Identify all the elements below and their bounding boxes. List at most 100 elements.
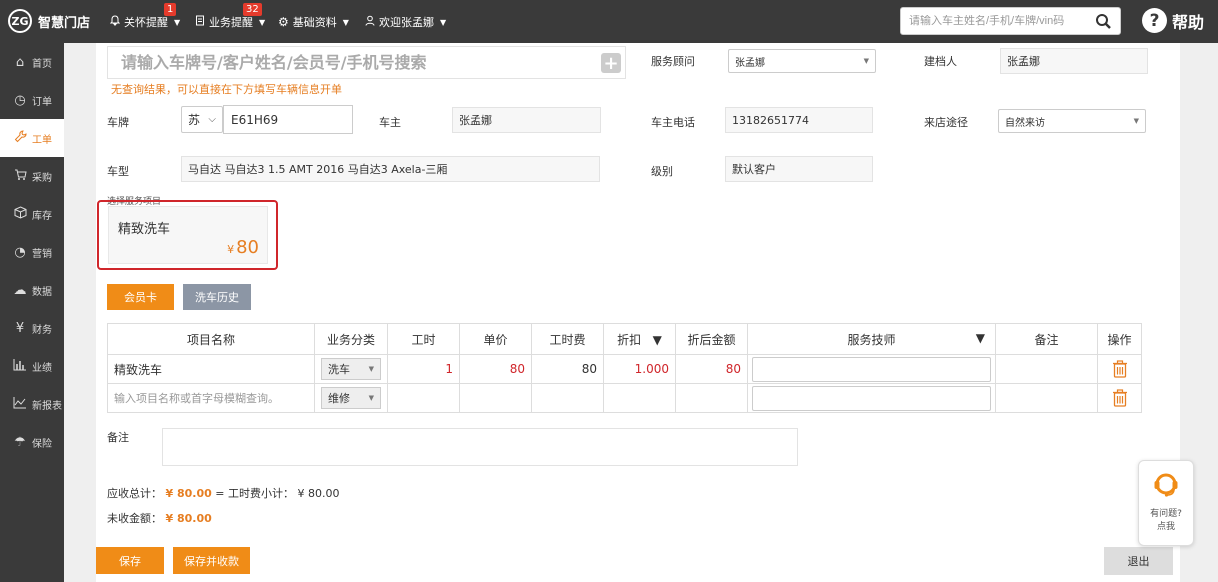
sidebar-item-label: 工单: [32, 134, 52, 146]
receivable-summary: 应收总计： ¥ 80.00 = 工时费小计： ¥ 80.00: [107, 485, 339, 501]
column-header-label: 服务技师: [847, 332, 896, 347]
sidebar-item-label: 首页: [32, 58, 52, 70]
column-header: 工时: [387, 323, 460, 355]
nav-business-label: 业务提醒: [209, 16, 253, 29]
sidebar-item-performance[interactable]: 业绩: [0, 347, 64, 385]
nav-care-reminder[interactable]: 关怀提醒 1 ▼: [109, 3, 181, 30]
sort-arrow-icon[interactable]: ▼: [653, 333, 662, 347]
exit-button[interactable]: 退出: [1104, 547, 1173, 575]
unit-price-cell[interactable]: 80: [459, 354, 532, 384]
plate-label: 车牌: [107, 116, 129, 129]
receivable-suffix: = 工时费小计： ¥ 80.00: [215, 487, 340, 500]
care-count-badge: 1: [164, 3, 177, 16]
sidebar-item-data[interactable]: ☁ 数据: [0, 271, 64, 309]
source-select[interactable]: 自然来访 ▼: [998, 109, 1146, 133]
floating-help-widget[interactable]: 有问题? 点我: [1138, 460, 1194, 546]
sidebar-item-marketing[interactable]: ◔ 营销: [0, 233, 64, 271]
column-header: 操作: [1097, 323, 1142, 355]
global-search-input[interactable]: [901, 15, 1089, 27]
box-icon: [12, 205, 28, 223]
hours-cell[interactable]: [387, 383, 460, 413]
item-name-cell[interactable]: 精致洗车: [107, 354, 315, 384]
plate-number-input[interactable]: E61H69: [223, 105, 353, 134]
cloud-icon: ☁: [13, 282, 27, 298]
sidebar-item-insurance[interactable]: ☂ 保险: [0, 423, 64, 461]
plus-icon[interactable]: +: [601, 53, 621, 74]
save-and-pay-button[interactable]: 保存并收款: [173, 547, 250, 574]
sidebar-item-workorder[interactable]: 工单: [0, 119, 64, 157]
trash-icon[interactable]: [1104, 389, 1135, 407]
wash-history-button[interactable]: 洗车历史: [183, 284, 251, 310]
caret-down-icon: ▼: [368, 365, 374, 373]
service-card-highlight[interactable]: 精致洗车 ¥80: [97, 200, 278, 270]
model-field[interactable]: 马自达 马自达3 1.5 AMT 2016 马自达3 Axela-三厢: [181, 156, 600, 182]
floating-help-text: 有问题? 点我: [1150, 508, 1182, 534]
hours-cell[interactable]: 1: [387, 354, 460, 384]
creator-label: 建档人: [924, 55, 957, 68]
sidebar-item-home[interactable]: ⌂ 首页: [0, 43, 64, 81]
nav-basic-label: 基础资料: [292, 16, 337, 29]
final-amount-cell[interactable]: 80: [675, 354, 748, 384]
sidebar-item-new-report[interactable]: 新报表: [0, 385, 64, 423]
help-button[interactable]: ? 帮助: [1142, 8, 1204, 33]
technician-column-header[interactable]: 服务技师 ▼: [747, 323, 996, 355]
member-card-button[interactable]: 会员卡: [107, 284, 174, 310]
owner-field[interactable]: 张孟娜: [452, 107, 601, 133]
technician-input[interactable]: [752, 356, 991, 382]
chat-support-icon: [1152, 471, 1180, 502]
top-bar: ZG 智慧门店 关怀提醒 1 ▼ 业务提醒 32 ▼ ⚙ 基础资料 ▼ 欢迎张孟…: [0, 0, 1218, 43]
nav-business-reminder[interactable]: 业务提醒 32 ▼: [195, 3, 265, 30]
discount-column-header[interactable]: 折扣 ▼: [603, 323, 676, 355]
item-name-input-cell[interactable]: 输入项目名称或首字母模糊查询。: [107, 383, 315, 413]
caret-down-icon: ▼: [174, 17, 181, 27]
unit-price-cell[interactable]: [459, 383, 532, 413]
customer-search: +: [107, 46, 626, 79]
nav-user-menu[interactable]: 欢迎张孟娜 ▼: [365, 14, 446, 30]
category-cell: 洗车 ▼: [314, 354, 388, 384]
column-header: 折后金额: [675, 323, 748, 355]
umbrella-icon: ☂: [14, 434, 26, 450]
source-label: 来店途径: [924, 116, 968, 129]
item-name-placeholder: 输入项目名称或首字母模糊查询。: [114, 392, 279, 405]
search-icon[interactable]: [1089, 8, 1117, 34]
service-card[interactable]: 精致洗车 ¥80: [108, 206, 268, 264]
table-row: 精致洗车 洗车 ▼ 1 80 80 1.000 80: [107, 354, 1142, 384]
logo-icon: ZG: [8, 9, 32, 33]
nav-user-label: 欢迎张孟娜: [379, 16, 434, 29]
remark-cell[interactable]: [995, 354, 1098, 384]
category-cell: 维修 ▼: [314, 383, 388, 413]
plate-province-select[interactable]: 苏 ⌵: [181, 106, 223, 133]
remark-cell[interactable]: [995, 383, 1098, 413]
user-icon: [365, 15, 375, 29]
final-amount-cell[interactable]: [675, 383, 748, 413]
receivable-label: 应收总计：: [107, 487, 162, 500]
advisor-select[interactable]: 张孟娜 ▼: [728, 49, 876, 73]
table-row: 输入项目名称或首字母模糊查询。 维修 ▼: [107, 383, 1142, 413]
column-header: 项目名称: [107, 323, 315, 355]
sidebar-item-inventory[interactable]: 库存: [0, 195, 64, 233]
discount-cell[interactable]: [603, 383, 676, 413]
service-items-table: 项目名称 业务分类 工时 单价 工时费 折扣 ▼ 折后金额 服务技师 ▼ 备注 操…: [107, 323, 1142, 413]
remark-textarea[interactable]: [162, 428, 798, 466]
customer-search-input[interactable]: [121, 53, 591, 72]
sidebar-item-orders[interactable]: ◷ 订单: [0, 81, 64, 119]
sort-arrow-icon[interactable]: ▼: [976, 331, 985, 345]
phone-field[interactable]: 13182651774: [725, 107, 873, 133]
discount-cell[interactable]: 1.000: [603, 354, 676, 384]
category-select[interactable]: 洗车 ▼: [321, 358, 381, 380]
category-select[interactable]: 维修 ▼: [321, 387, 381, 409]
sidebar-item-purchase[interactable]: 采购: [0, 157, 64, 195]
chevron-down-icon: ⌵: [208, 114, 216, 125]
save-button[interactable]: 保存: [96, 547, 164, 574]
sidebar-item-finance[interactable]: ¥ 财务: [0, 309, 64, 347]
action-cell: [1097, 383, 1142, 413]
app-logo[interactable]: ZG 智慧门店: [8, 9, 90, 33]
trash-icon[interactable]: [1104, 360, 1135, 378]
labor-fee-cell: [531, 383, 604, 413]
plate-province-value: 苏: [188, 113, 201, 127]
unpaid-value: ¥ 80.00: [165, 512, 212, 525]
sidebar-item-label: 数据: [32, 286, 52, 298]
nav-basic-data[interactable]: ⚙ 基础资料 ▼: [278, 14, 349, 30]
technician-input[interactable]: [752, 385, 991, 411]
bell-icon: [109, 15, 121, 29]
